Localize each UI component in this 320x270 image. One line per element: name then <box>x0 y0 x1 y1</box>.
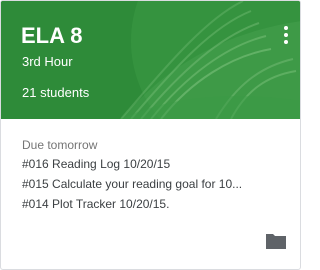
card-body: Due tomorrow #016 Reading Log 10/20/15 #… <box>1 119 300 269</box>
more-vert-icon <box>284 33 288 37</box>
more-options-button[interactable] <box>276 23 296 47</box>
class-section: 3rd Hour <box>22 54 73 69</box>
assignment-link[interactable]: #015 Calculate your reading goal for 10.… <box>22 177 242 191</box>
due-label: Due tomorrow <box>22 138 98 152</box>
folder-icon <box>266 234 286 249</box>
class-banner[interactable]: ELA 8 3rd Hour 21 students <box>1 1 300 119</box>
student-count: 21 students <box>22 85 90 100</box>
assignment-link[interactable]: #016 Reading Log 10/20/15 <box>22 157 170 171</box>
more-vert-icon <box>284 40 288 44</box>
class-title-link[interactable]: ELA 8 <box>21 23 83 49</box>
class-card[interactable]: ELA 8 3rd Hour 21 students Due tomorrow … <box>0 0 301 270</box>
class-folder-button[interactable] <box>264 231 288 251</box>
more-vert-icon <box>284 26 288 30</box>
assignment-link[interactable]: #014 Plot Tracker 10/20/15. <box>22 197 169 211</box>
